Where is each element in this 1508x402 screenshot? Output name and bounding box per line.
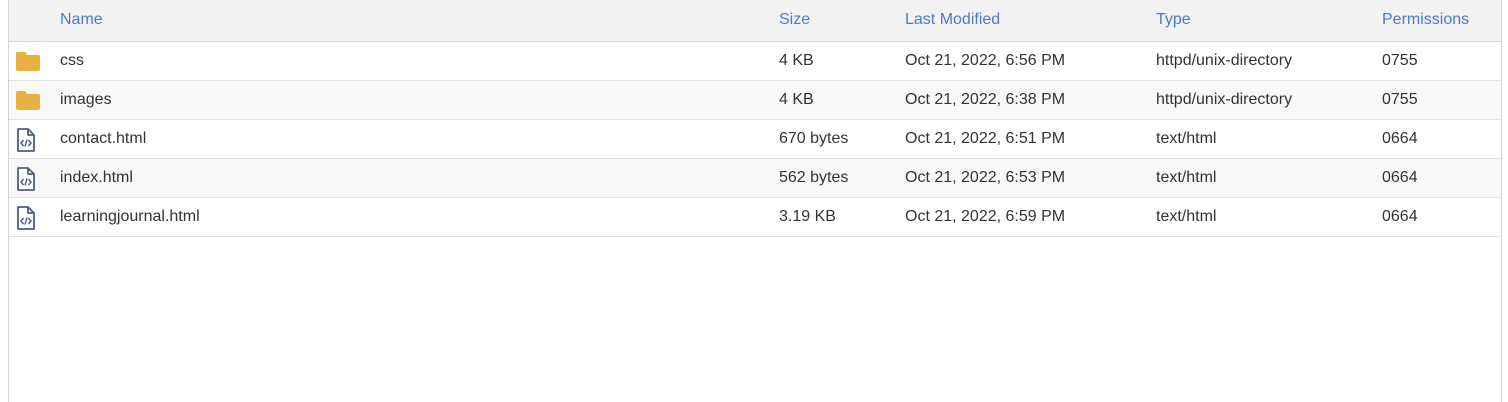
file-type: text/html — [1156, 208, 1217, 225]
file-type: text/html — [1156, 130, 1217, 147]
file-type: httpd/unix-directory — [1156, 52, 1293, 69]
column-header-last-modified[interactable]: Last Modified — [905, 0, 1000, 42]
file-permissions: 0664 — [1382, 208, 1418, 225]
column-header-size[interactable]: Size — [779, 0, 810, 42]
file-row[interactable]: index.html 562 bytes Oct 21, 2022, 6:53 PM… — [9, 159, 1501, 198]
html-file-icon — [15, 206, 43, 230]
file-name[interactable]: images — [60, 81, 112, 119]
file-type: text/html — [1156, 169, 1217, 186]
file-name[interactable]: css — [60, 42, 84, 80]
file-name[interactable]: index.html — [60, 159, 133, 197]
file-type: httpd/unix-directory — [1156, 91, 1293, 108]
file-permissions: 0664 — [1382, 169, 1418, 186]
file-size: 4 KB — [779, 52, 814, 69]
html-file-icon — [15, 167, 43, 191]
folder-icon — [15, 89, 43, 111]
file-row[interactable]: images 4 KB Oct 21, 2022, 6:38 PM httpd/uni… — [9, 81, 1501, 120]
file-permissions: 0755 — [1382, 91, 1418, 108]
file-row[interactable]: contact.html 670 bytes Oct 21, 2022, 6:51 … — [9, 120, 1501, 159]
file-size: 562 bytes — [779, 169, 849, 186]
file-size: 4 KB — [779, 91, 814, 108]
column-header-permissions[interactable]: Permissions — [1382, 0, 1469, 42]
folder-icon — [15, 50, 43, 72]
html-file-icon — [15, 128, 43, 152]
file-permissions: 0664 — [1382, 130, 1418, 147]
column-header-type[interactable]: Type — [1156, 0, 1191, 42]
file-name[interactable]: contact.html — [60, 120, 146, 158]
file-size: 670 bytes — [779, 130, 849, 147]
file-list-panel: Name Size Last Modified Type Permissions… — [8, 0, 1502, 402]
file-row[interactable]: learningjournal.html 3.19 KB Oct 21, 2022,… — [9, 198, 1501, 237]
file-size: 3.19 KB — [779, 208, 836, 225]
file-row[interactable]: css 4 KB Oct 21, 2022, 6:56 PM httpd/unix-d… — [9, 42, 1501, 81]
file-last-modified: Oct 21, 2022, 6:38 PM — [905, 91, 1066, 108]
file-last-modified: Oct 21, 2022, 6:59 PM — [905, 208, 1066, 225]
file-last-modified: Oct 21, 2022, 6:53 PM — [905, 169, 1066, 186]
file-name[interactable]: learningjournal.html — [60, 198, 200, 236]
file-list-header: Name Size Last Modified Type Permissions — [9, 0, 1501, 42]
file-permissions: 0755 — [1382, 52, 1418, 69]
file-last-modified: Oct 21, 2022, 6:51 PM — [905, 130, 1066, 147]
file-last-modified: Oct 21, 2022, 6:56 PM — [905, 52, 1066, 69]
column-header-name[interactable]: Name — [60, 0, 103, 42]
